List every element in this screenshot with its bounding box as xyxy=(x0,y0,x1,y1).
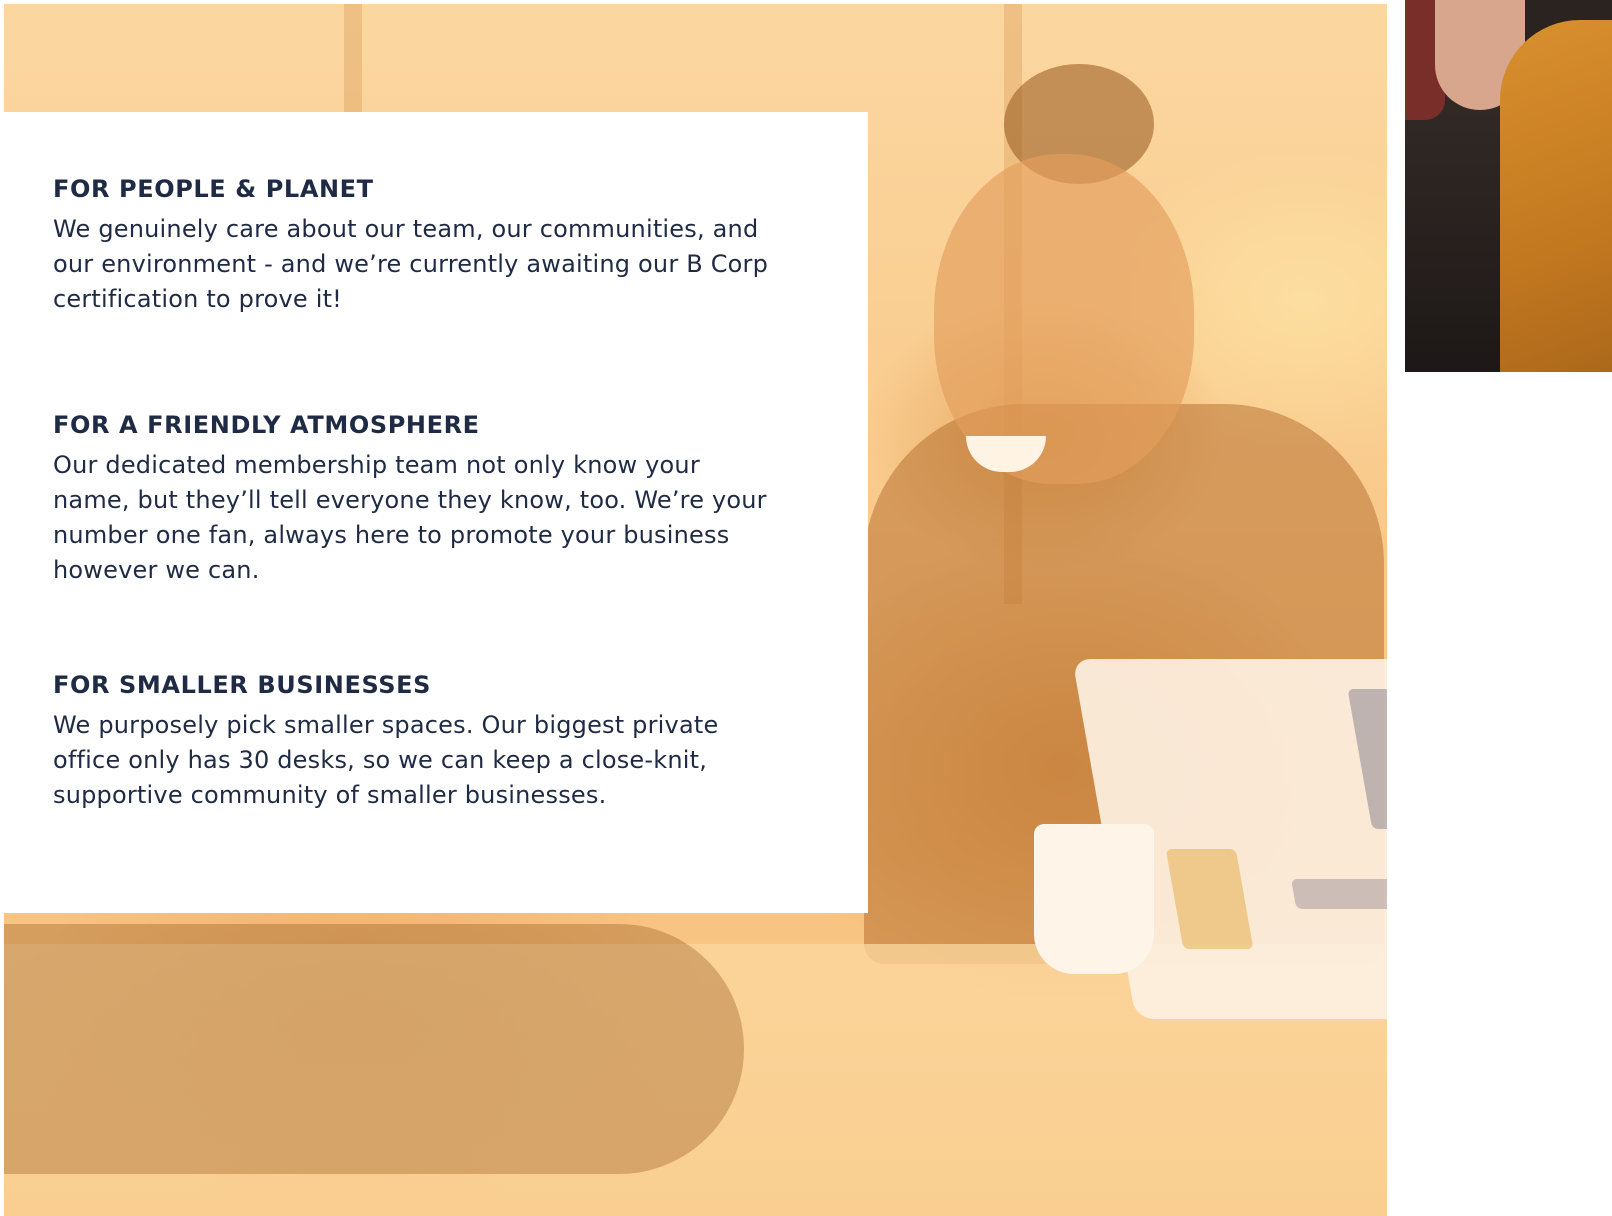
feature-body: We purposely pick smaller spaces. Our bi… xyxy=(53,711,719,809)
feature-body: Our dedicated membership team not only k… xyxy=(53,451,767,584)
laptop-sticker xyxy=(1347,689,1387,829)
features-card: FOR PEOPLE & PLANET We genuinely care ab… xyxy=(4,112,868,913)
inset-photo-frame xyxy=(1387,0,1612,390)
feature-heading: FOR SMALLER BUSINESSES xyxy=(53,671,432,699)
feature-people-planet: FOR PEOPLE & PLANET We genuinely care ab… xyxy=(53,174,773,317)
photo-person-orange-shirt xyxy=(1500,20,1612,372)
inset-photo xyxy=(1405,0,1612,372)
photo-mug xyxy=(1034,824,1154,974)
feature-heading: FOR PEOPLE & PLANET xyxy=(53,175,374,203)
feature-body: We genuinely care about our team, our co… xyxy=(53,215,769,313)
feature-smaller-businesses: FOR SMALLER BUSINESSES We purposely pick… xyxy=(53,670,773,813)
photo-person-face xyxy=(934,154,1194,484)
feature-friendly-atmosphere: FOR A FRIENDLY ATMOSPHERE Our dedicated … xyxy=(53,410,773,588)
laptop-sticker xyxy=(1165,849,1254,949)
feature-heading: FOR A FRIENDLY ATMOSPHERE xyxy=(53,411,480,439)
laptop-sticker xyxy=(1291,879,1387,909)
photo-arm xyxy=(4,924,744,1174)
